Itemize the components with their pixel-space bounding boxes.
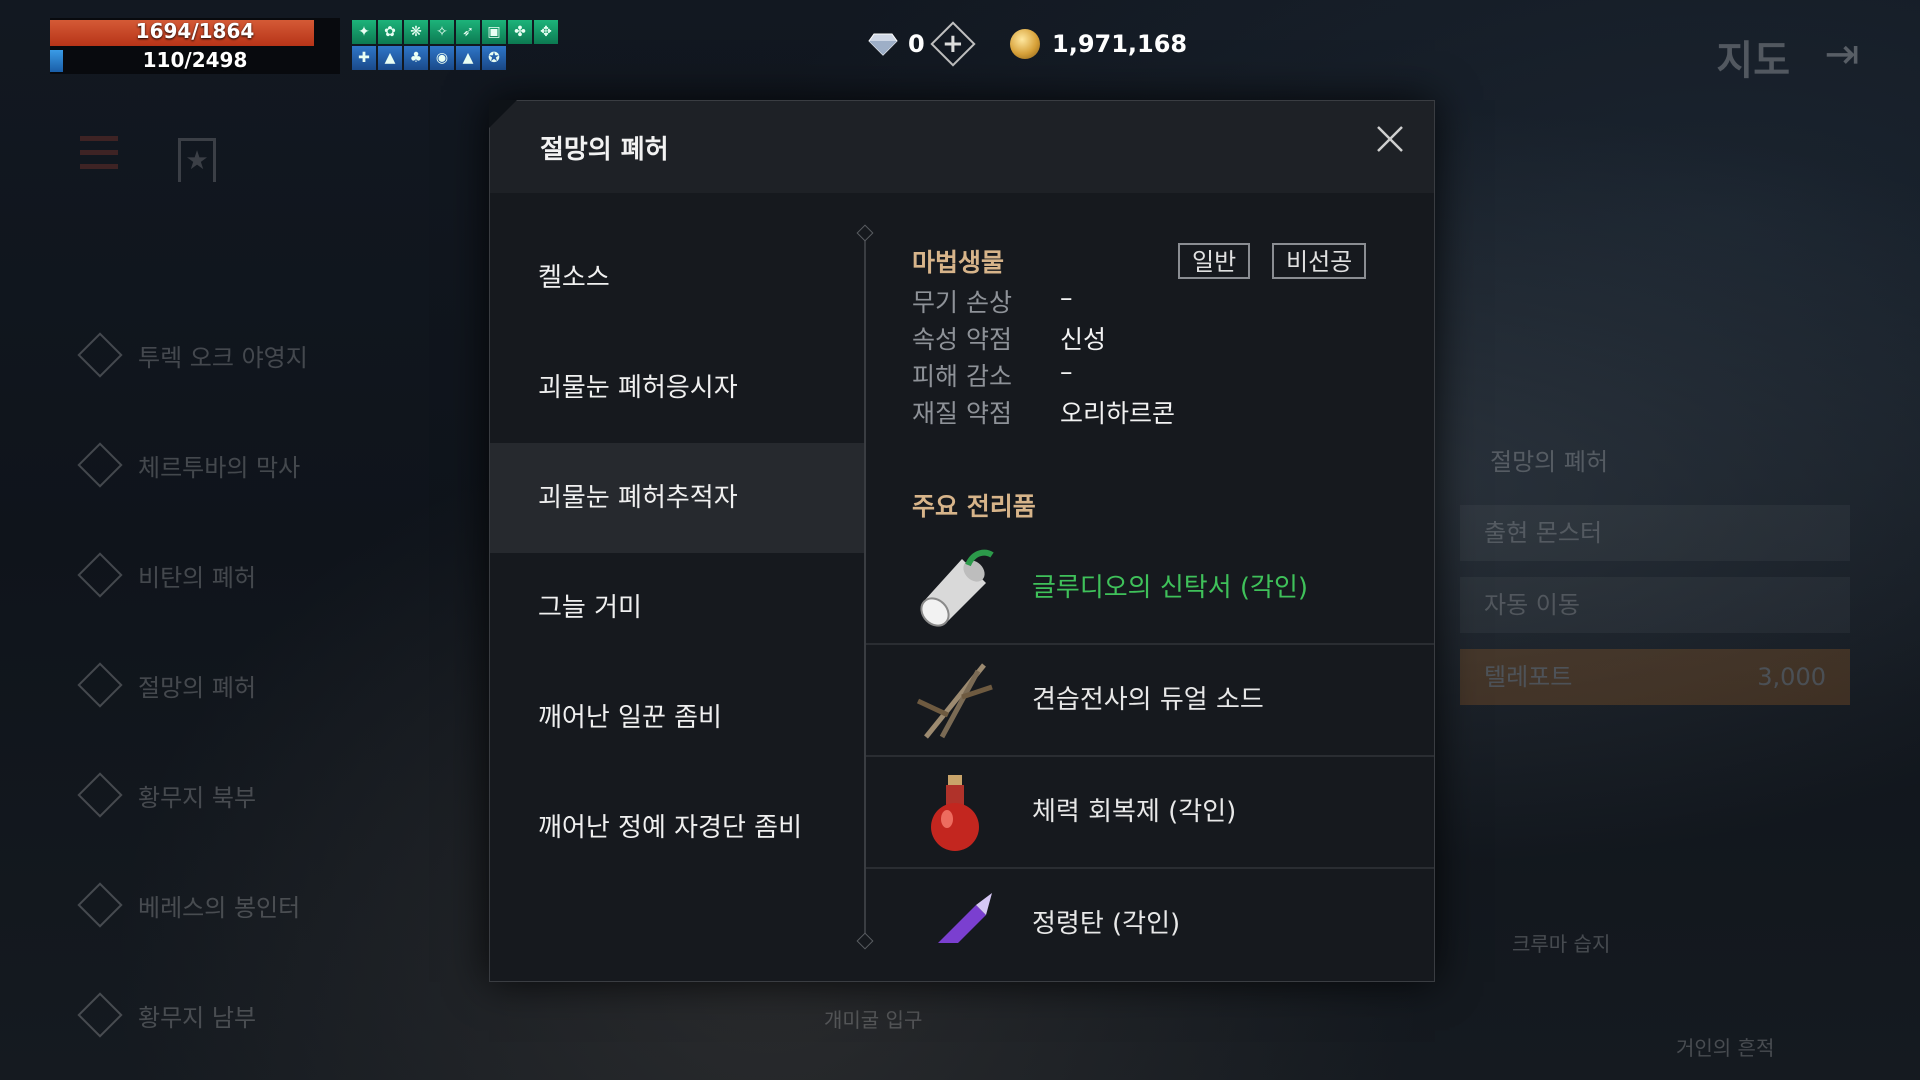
stat-label: 속성 약점 <box>912 325 1012 354</box>
hp-text: 1694/1864 <box>135 19 255 43</box>
buff-icon[interactable]: ▲ <box>378 46 402 70</box>
stat-row: 무기 손상 – <box>912 283 1073 319</box>
stat-value: – <box>1060 283 1073 312</box>
bookmark-star-icon: ★ <box>178 138 216 182</box>
stat-label: 재질 약점 <box>912 399 1012 428</box>
diamond-icon <box>868 33 898 56</box>
map-title: 지도 <box>1716 38 1790 84</box>
aggression-badge: 비선공 <box>1272 243 1367 279</box>
monster-type: 마법생물 <box>912 248 1005 277</box>
region-item: 황무지 남부 <box>77 960 360 1070</box>
loot-name: 정령탄 (각인) <box>1032 909 1181 939</box>
stat-value: – <box>1060 357 1073 386</box>
buff-icon[interactable]: ▣ <box>482 20 506 44</box>
buff-icons: ✦ ✿ ❋ ✧ ➶ ▣ ✤ ✥ ✚ ▲ ♣ ◉ ▲ ✪ <box>352 20 562 70</box>
stat-row: 피해 감소 – <box>912 357 1073 393</box>
pin-icon <box>77 662 123 708</box>
auto-move-row: 자동 이동 <box>1460 577 1850 633</box>
monster-info-dialog: 절망의 폐허 켈소스 괴물눈 폐허응시자 괴물눈 폐허추적자 그늘 거미 깨어난… <box>489 100 1435 982</box>
monster-item[interactable]: 깨어난 정예 자경단 좀비 <box>490 773 864 883</box>
stat-label: 무기 손상 <box>912 288 1012 317</box>
dialog-title: 절망의 폐허 <box>540 135 669 165</box>
buff-icon[interactable]: ❋ <box>404 20 428 44</box>
pin-icon <box>77 332 123 378</box>
region-item: 체르투바의 막사 <box>77 410 360 520</box>
map-label: 크루마 습지 <box>1512 932 1611 956</box>
buff-icon[interactable]: ✚ <box>352 46 376 70</box>
loot-item[interactable]: 글루디오의 신탁서 (각인) <box>866 533 1434 645</box>
region-info-panel: 절망의 폐허 출현 몬스터 자동 이동 텔레포트 3,000 <box>1460 430 1850 705</box>
pin-icon <box>77 552 123 598</box>
scroll-icon <box>920 549 994 627</box>
region-item: 베레스의 봉인터 <box>77 850 360 960</box>
monster-item[interactable]: 괴물눈 폐허응시자 <box>490 333 864 443</box>
stat-row: 재질 약점 오리하르콘 <box>912 394 1175 430</box>
teleport-row: 텔레포트 3,000 <box>1460 649 1850 705</box>
pin-icon <box>77 882 123 928</box>
pin-icon <box>77 772 123 818</box>
loot-item[interactable]: 체력 회복제 (각인) <box>866 757 1434 869</box>
loot-name: 체력 회복제 (각인) <box>1032 797 1237 827</box>
status-bars: 1694/1864 110/2498 <box>50 18 340 74</box>
loot-name: 견습전사의 듀얼 소드 <box>1032 685 1264 715</box>
buff-icon[interactable]: ✿ <box>378 20 402 44</box>
loot-list: 글루디오의 신탁서 (각인) 견습전사의 듀얼 소드 체력 회복제 (각인) 정… <box>866 533 1434 943</box>
monster-list: 켈소스 괴물눈 폐허응시자 괴물눈 폐허추적자 그늘 거미 깨어난 일꾼 좀비 … <box>490 223 864 883</box>
buff-icon[interactable]: ✪ <box>482 46 506 70</box>
region-info-title: 절망의 폐허 <box>1490 448 1609 476</box>
loot-name: 글루디오의 신탁서 (각인) <box>1032 573 1309 603</box>
monster-item-selected[interactable]: 괴물눈 폐허추적자 <box>490 443 864 553</box>
region-item: 비탄의 폐허 <box>77 520 360 630</box>
buff-icon[interactable]: ✦ <box>352 20 376 44</box>
monster-item[interactable]: 그늘 거미 <box>490 553 864 663</box>
rank-badge: 일반 <box>1178 243 1251 279</box>
stat-row: 속성 약점 신성 <box>912 320 1106 356</box>
exit-arrow-icon[interactable]: ⇥ <box>1814 24 1870 84</box>
dual-sword-icon <box>916 663 993 739</box>
region-item: 황무지 북부 <box>77 740 360 850</box>
menu-icon <box>80 136 118 176</box>
gem-count: 0 <box>908 30 925 58</box>
monster-appear-row: 출현 몬스터 <box>1460 505 1850 561</box>
buff-icon[interactable]: ♣ <box>404 46 428 70</box>
map-label: 개미굴 입구 <box>824 1008 923 1032</box>
buff-icon[interactable]: ✤ <box>508 20 532 44</box>
gem-currency: 0 + <box>868 21 976 67</box>
dialog-header: 절망의 폐허 <box>489 100 1434 193</box>
close-icon[interactable] <box>1370 119 1410 159</box>
buff-icon[interactable]: ✥ <box>534 20 558 44</box>
region-item: 투렉 오크 야영지 <box>77 300 360 410</box>
stat-value: 신성 <box>1060 325 1107 354</box>
region-list: 투렉 오크 야영지 체르투바의 막사 비탄의 폐허 절망의 폐허 황무지 북부 … <box>77 300 360 1070</box>
pin-icon <box>77 992 123 1038</box>
loot-item[interactable]: 정령탄 (각인) <box>866 869 1434 943</box>
gold-currency: 1,971,168 <box>1010 22 1187 66</box>
buff-icon[interactable]: ◉ <box>430 46 454 70</box>
pin-icon <box>77 442 123 488</box>
buff-icon[interactable]: ✧ <box>430 20 454 44</box>
spiritshot-icon <box>938 893 992 943</box>
gold-coin-icon <box>1010 29 1040 59</box>
region-item: 절망의 폐허 <box>77 630 360 740</box>
mp-text: 110/2498 <box>142 48 248 72</box>
loot-item[interactable]: 견습전사의 듀얼 소드 <box>866 645 1434 757</box>
stat-value: 오리하르콘 <box>1060 399 1176 428</box>
monster-item[interactable]: 깨어난 일꾼 좀비 <box>490 663 864 773</box>
buff-icon[interactable]: ▲ <box>456 46 480 70</box>
loot-title: 주요 전리품 <box>912 492 1036 521</box>
monster-item[interactable]: 켈소스 <box>490 223 864 333</box>
map-label: 거인의 흔적 <box>1676 1036 1775 1060</box>
gold-count: 1,971,168 <box>1052 30 1188 58</box>
game-screen: ★ 투렉 오크 야영지 체르투바의 막사 비탄의 폐허 절망의 폐허 황무지 북… <box>0 0 1920 1080</box>
add-currency-plus-icon[interactable]: + <box>930 21 976 67</box>
stat-label: 피해 감소 <box>912 362 1012 391</box>
buff-icon[interactable]: ➶ <box>456 20 480 44</box>
potion-icon <box>931 775 979 851</box>
monster-detail: 마법생물 일반 비선공 무기 손상 – 속성 약점 신성 피해 감소 – 재질 … <box>866 223 1434 943</box>
